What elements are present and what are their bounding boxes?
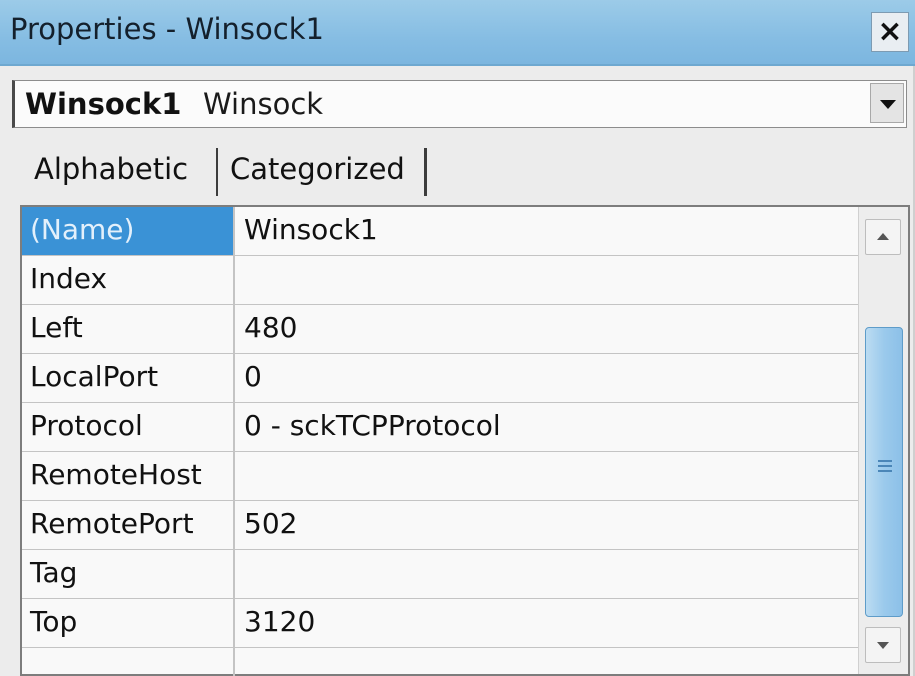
property-value[interactable]: Winsock1 <box>236 207 856 255</box>
tab-categorized[interactable]: Categorized <box>218 146 426 198</box>
property-row[interactable]: Top 3120 <box>22 599 858 648</box>
property-row[interactable]: Left 480 <box>22 305 858 354</box>
property-row[interactable]: RemoteHost <box>22 452 858 501</box>
property-value[interactable]: 502 <box>236 501 856 549</box>
property-name[interactable]: Index <box>22 256 233 304</box>
object-type: Winsock <box>203 87 324 121</box>
property-value[interactable]: 0 <box>236 354 856 402</box>
property-value[interactable] <box>236 452 856 500</box>
property-grid: (Name) Winsock1 Index Left 480 LocalPort… <box>20 205 910 676</box>
scroll-up-icon[interactable] <box>865 219 901 255</box>
property-value[interactable]: 480 <box>236 305 856 353</box>
scroll-down-icon[interactable] <box>865 627 901 663</box>
property-row[interactable]: (Name) Winsock1 <box>22 207 858 256</box>
property-name[interactable]: RemoteHost <box>22 452 233 500</box>
object-selector[interactable]: Winsock1 Winsock <box>12 80 907 128</box>
properties-window: Properties - Winsock1 × Winsock1 Winsock… <box>0 0 915 676</box>
property-name[interactable]: Top <box>22 599 233 647</box>
tab-divider <box>424 148 427 196</box>
tab-alphabetic[interactable]: Alphabetic <box>22 146 218 198</box>
property-value[interactable]: 3120 <box>236 599 856 647</box>
property-name[interactable]: Tag <box>22 550 233 598</box>
property-row[interactable]: Tag <box>22 550 858 599</box>
property-row[interactable]: RemotePort 502 <box>22 501 858 550</box>
property-value[interactable] <box>236 550 856 598</box>
property-name[interactable]: (Name) <box>22 207 233 255</box>
close-icon[interactable]: × <box>871 12 909 52</box>
property-row[interactable]: Protocol 0 - sckTCPProtocol <box>22 403 858 452</box>
property-row[interactable]: Index <box>22 256 858 305</box>
property-value[interactable]: 0 - sckTCPProtocol <box>236 403 856 451</box>
grip-icon <box>878 460 892 476</box>
property-row[interactable]: LocalPort 0 <box>22 354 858 403</box>
scroll-thumb[interactable] <box>865 327 903 617</box>
chevron-down-icon[interactable] <box>870 83 904 123</box>
window-title: Properties - Winsock1 <box>10 12 324 46</box>
property-name[interactable]: RemotePort <box>22 501 233 549</box>
title-bar[interactable]: Properties - Winsock1 × <box>0 0 915 66</box>
object-name: Winsock1 <box>25 87 182 121</box>
vertical-scrollbar[interactable] <box>858 207 908 674</box>
property-name[interactable]: LocalPort <box>22 354 233 402</box>
property-value[interactable] <box>236 256 856 304</box>
property-name[interactable]: Left <box>22 305 233 353</box>
property-name[interactable]: Protocol <box>22 403 233 451</box>
